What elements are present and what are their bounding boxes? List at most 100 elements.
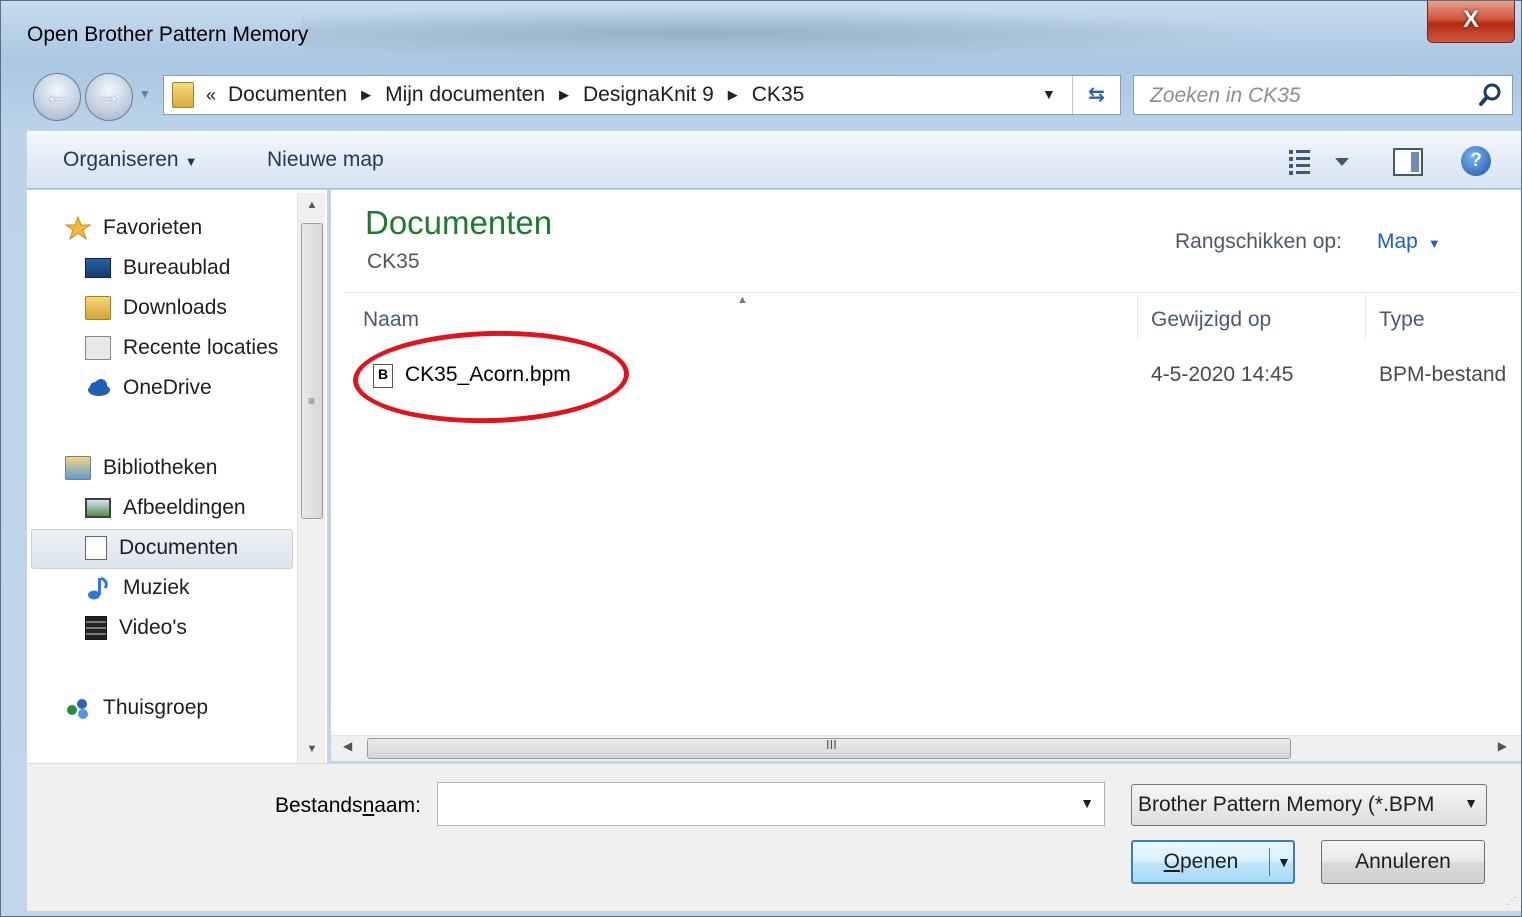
sidebar-item-favorites[interactable]: Favorieten <box>65 210 202 246</box>
chevron-down-icon[interactable]: ▼ <box>1277 842 1291 882</box>
back-arrow-icon: ← <box>45 82 69 109</box>
sidebar-item-label: Muziek <box>123 576 190 599</box>
refresh-icon: ⇆ <box>1088 84 1105 106</box>
filename-label: Bestandsnaam: <box>275 794 421 818</box>
search-input[interactable]: Zoeken in CK35 <box>1133 75 1513 115</box>
sidebar-item-onedrive[interactable]: OneDrive <box>85 370 212 406</box>
history-dropdown-icon[interactable]: ▼ <box>139 87 155 103</box>
new-folder-button[interactable]: Nieuwe map <box>267 148 384 172</box>
filename-label-start: Bestands <box>275 794 363 817</box>
pictures-icon <box>85 498 111 518</box>
file-type-select[interactable]: Brother Pattern Memory (*.BPM ▼ <box>1131 784 1487 826</box>
forward-button[interactable]: → <box>85 73 133 121</box>
scroll-right-icon[interactable]: ▶ <box>1498 739 1507 753</box>
desktop-icon <box>85 258 111 278</box>
chevron-down-icon: ▼ <box>184 154 198 169</box>
sidebar-item-homegroup[interactable]: Thuisgroep <box>65 690 208 726</box>
sidebar-item-recent[interactable]: Recente locaties <box>85 330 278 366</box>
preview-pane-button[interactable] <box>1393 148 1423 176</box>
open-button[interactable]: Openen ▼ <box>1131 840 1295 884</box>
close-button[interactable]: X <box>1427 1 1515 43</box>
breadcrumb-item[interactable]: Documenten <box>228 83 347 107</box>
sidebar-item-label: Recente locaties <box>123 336 279 359</box>
refresh-button[interactable]: ⇆ <box>1072 76 1120 114</box>
sidebar-item-label: OneDrive <box>123 376 212 399</box>
column-header-name[interactable]: Naam <box>363 308 419 332</box>
breadcrumb-item[interactable]: DesignaKnit 9 <box>583 83 714 107</box>
navigation-bar: ← → ▼ « Documenten ▶ Mijn documenten ▶ D… <box>1 65 1521 127</box>
breadcrumb-item[interactable]: Mijn documenten <box>385 83 545 107</box>
column-divider[interactable] <box>1365 294 1366 340</box>
breadcrumb-separator-icon[interactable]: ▶ <box>559 87 569 103</box>
sidebar-item-documents[interactable]: Documenten <box>85 530 238 566</box>
sidebar-item-videos[interactable]: Video's <box>85 610 187 646</box>
document-icon <box>85 536 107 560</box>
sidebar-item-label: Video's <box>119 616 187 639</box>
sidebar-item-label: Favorieten <box>103 216 203 239</box>
sidebar-item-label: Afbeeldingen <box>123 496 246 519</box>
help-icon[interactable]: ? <box>1461 146 1491 176</box>
organise-menu-button[interactable]: Organiseren ▼ <box>63 148 197 172</box>
scroll-up-icon[interactable]: ▲ <box>298 199 326 211</box>
file-type-value: Brother Pattern Memory (*.BPM <box>1138 793 1435 816</box>
cancel-button[interactable]: Annuleren <box>1321 840 1485 884</box>
sort-ascending-icon: ▲ <box>737 294 748 306</box>
sidebar-item-downloads[interactable]: Downloads <box>85 290 227 326</box>
library-subtitle: CK35 <box>367 250 420 273</box>
search-icon[interactable] <box>1478 82 1504 108</box>
breadcrumb: « Documenten ▶ Mijn documenten ▶ Designa… <box>206 83 804 107</box>
music-note-icon <box>88 576 108 600</box>
sidebar-item-label: Thuisgroep <box>103 696 209 719</box>
chevron-down-icon[interactable]: ▼ <box>1080 795 1094 811</box>
filename-input[interactable]: ▼ <box>437 782 1105 826</box>
title-bar: Open Brother Pattern Memory X <box>1 1 1521 65</box>
title-bar-glow <box>301 7 1281 59</box>
sidebar-item-libraries[interactable]: Bibliotheken <box>65 450 217 486</box>
column-divider[interactable] <box>1137 294 1138 340</box>
command-bar: Organiseren ▼ Nieuwe map ? <box>27 131 1521 189</box>
open-file-dialog: Open Brother Pattern Memory X ← → ▼ « Do… <box>0 0 1522 917</box>
arrange-by-dropdown[interactable]: Map ▼ <box>1377 230 1441 254</box>
chevron-down-icon[interactable]: ▼ <box>1464 795 1478 811</box>
back-button[interactable]: ← <box>33 73 81 121</box>
split-divider <box>1269 848 1270 876</box>
scrollbar-thumb[interactable]: III <box>367 737 1291 759</box>
dialog-footer: Bestandsnaam: ▼ Brother Pattern Memory (… <box>27 763 1521 911</box>
address-bar[interactable]: « Documenten ▶ Mijn documenten ▶ Designa… <box>163 75 1121 115</box>
open-label-accesskey: O <box>1163 850 1180 873</box>
window-title: Open Brother Pattern Memory <box>27 23 309 46</box>
star-icon <box>65 216 91 240</box>
forward-arrow-icon: → <box>97 82 121 109</box>
library-title: Documenten <box>365 204 553 241</box>
scroll-left-icon[interactable]: ◀ <box>343 739 352 753</box>
resize-grip-icon[interactable]: ⋰ <box>1507 896 1517 907</box>
filename-label-accesskey: n <box>362 794 375 817</box>
sidebar-item-label: Bibliotheken <box>103 456 218 479</box>
file-list-pane: Documenten CK35 Rangschikken op: Map ▼ ▲ … <box>331 190 1521 735</box>
file-type: BPM-bestand <box>1379 363 1507 386</box>
breadcrumb-separator-icon[interactable]: ▶ <box>728 87 738 103</box>
chevron-down-icon: ▼ <box>1427 236 1441 251</box>
filename-label-end: aam: <box>374 794 421 817</box>
view-options-button[interactable] <box>1287 148 1357 176</box>
address-dropdown-icon[interactable]: ▼ <box>1042 86 1056 102</box>
sidebar-item-pictures[interactable]: Afbeeldingen <box>85 490 246 526</box>
recent-places-icon <box>85 336 111 360</box>
scroll-down-icon[interactable]: ▼ <box>298 743 326 755</box>
sidebar-item-desktop[interactable]: Bureaublad <box>85 250 230 286</box>
sidebar-item-music[interactable]: Muziek <box>85 570 190 606</box>
scrollbar-thumb[interactable]: ≡ <box>301 223 323 519</box>
grip-icon: III <box>826 737 837 752</box>
arrange-by-label: Rangschikken op: <box>1175 230 1342 253</box>
open-label-rest: penen <box>1179 850 1239 873</box>
column-header-modified[interactable]: Gewijzigd op <box>1151 308 1271 332</box>
breadcrumb-separator-icon[interactable]: ▶ <box>361 87 371 103</box>
downloads-folder-icon <box>85 296 111 320</box>
grip-icon: ≡ <box>308 394 316 408</box>
file-list-scrollbar[interactable]: ◀ III ▶ <box>331 735 1521 761</box>
breadcrumb-item[interactable]: CK35 <box>752 83 805 107</box>
breadcrumb-overflow[interactable]: « <box>206 85 216 106</box>
column-header-type[interactable]: Type <box>1379 308 1425 332</box>
file-modified: 4-5-2020 14:45 <box>1151 363 1294 386</box>
navigation-pane-scrollbar[interactable]: ▲ ≡ ▼ <box>297 193 325 763</box>
